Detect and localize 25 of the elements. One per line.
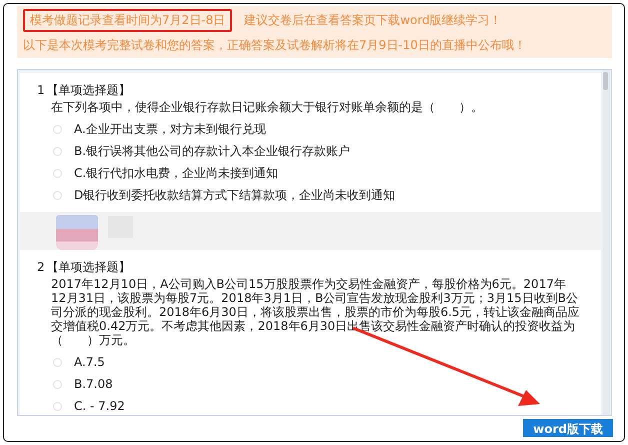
question-text: 在下列各项中，使得企业银行存款日记账余额大于银行对账单余额的是（ ）。 <box>51 100 484 114</box>
viewing-period-text: 模考做题记录查看时间为7月2日-8日 <box>23 9 232 32</box>
download-button[interactable]: word版下载 <box>523 419 613 437</box>
radio-button[interactable] <box>53 168 62 178</box>
option-label[interactable]: C. - 7.92 <box>74 399 125 413</box>
question-number: 1 <box>37 82 45 98</box>
question-number: 2 <box>37 259 45 275</box>
option-label[interactable]: A.企业开出支票，对方未到银行兑现 <box>74 120 266 138</box>
option-label[interactable]: C.银行代扣水电费，企业尚未接到通知 <box>74 164 278 182</box>
radio-button[interactable] <box>53 146 62 156</box>
radio-button[interactable] <box>53 190 62 200</box>
option-label[interactable]: A.7.5 <box>74 355 105 369</box>
blurred-image <box>56 215 98 250</box>
radio-button[interactable] <box>53 402 62 410</box>
option-label[interactable]: B.银行误将其他公司的存款计入本企业银行存款账户 <box>74 142 350 160</box>
radio-button[interactable] <box>53 358 62 366</box>
option-label[interactable]: B.7.08 <box>74 377 113 391</box>
scrollbar[interactable] <box>603 70 610 415</box>
question-type: 【单项选择题】 <box>46 82 131 98</box>
option-label[interactable]: D银行收到委托收款结算方式下结算款项，企业尚未收到通知 <box>74 186 396 204</box>
radio-button[interactable] <box>53 124 62 134</box>
radio-button[interactable] <box>53 380 62 388</box>
question-type: 【单项选择题】 <box>46 259 131 275</box>
download-tip: 建议交卷后在查看答案页下载word版继续学习！ <box>244 12 502 29</box>
announcement-text: 以下是本次模考完整试卷和您的答案，正确答案及试卷解析将在7月9日-10日的直播中公布哦！ <box>23 37 527 54</box>
